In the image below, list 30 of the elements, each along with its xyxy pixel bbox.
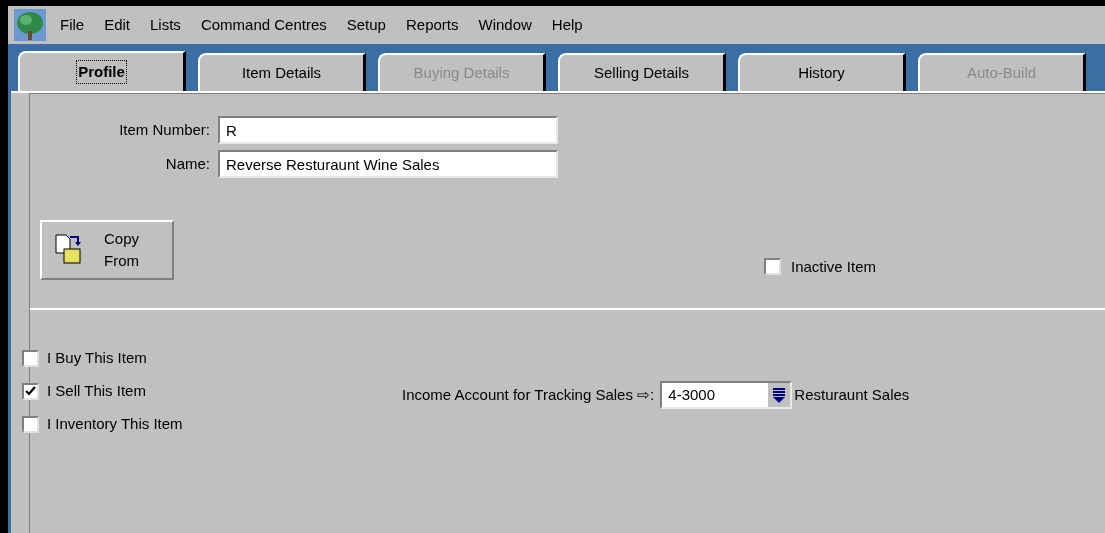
account-dropdown[interactable]: 4-3000 <box>660 381 793 409</box>
menu-item[interactable]: Help <box>551 13 583 37</box>
tab[interactable]: History <box>738 53 906 91</box>
input-field[interactable]: R <box>218 116 558 144</box>
tab[interactable]: Selling Details <box>558 53 726 91</box>
checkbox[interactable] <box>22 415 39 433</box>
menu-item[interactable]: Lists <box>150 13 181 37</box>
tab[interactable]: Profile <box>18 51 186 91</box>
checkbox[interactable] <box>22 382 39 400</box>
checkbox-label: Inactive Item <box>791 256 877 277</box>
checkbox-label: I Inventory This Item <box>47 413 183 434</box>
account-name: Resturaunt Sales <box>794 384 910 405</box>
tree-icon[interactable] <box>14 9 46 41</box>
checkbox[interactable] <box>22 349 39 367</box>
dropdown-icon <box>772 387 787 403</box>
field-label: Item Number: <box>118 119 211 140</box>
menu-item[interactable]: Setup <box>346 13 386 37</box>
menu-item[interactable]: Window <box>478 13 532 37</box>
menu-item[interactable]: Reports <box>405 13 459 37</box>
checkbox-label: I Sell This Item <box>47 380 146 401</box>
tab[interactable]: Item Details <box>198 53 366 91</box>
menu-item[interactable]: Command Centres <box>200 13 327 37</box>
copy-from-button[interactable]: Copy From <box>40 220 174 280</box>
menu-item[interactable]: Edit <box>104 13 131 37</box>
account-label: Income Account for Tracking Sales ⇨: <box>402 384 655 405</box>
checkbox[interactable] <box>764 258 781 276</box>
input-field[interactable]: Reverse Resturaunt Wine Sales <box>218 150 558 178</box>
field-label: Name: <box>164 153 211 174</box>
checkbox-label: I Buy This Item <box>47 347 147 368</box>
menu-item[interactable]: File <box>60 13 85 37</box>
